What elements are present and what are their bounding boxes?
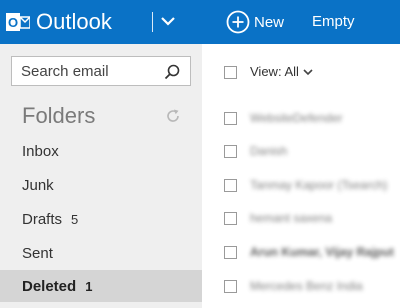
message-checkbox[interactable] [224,246,237,259]
folder-count: 1 [85,278,93,294]
folder-label: Inbox [22,142,59,160]
new-button[interactable]: New [226,8,284,36]
chevron-down-icon[interactable] [160,13,176,29]
view-filter-dropdown[interactable]: View: All [250,64,313,79]
message-checkbox[interactable] [224,212,237,225]
folder-label: Deleted [22,277,77,295]
folder-label: Junk [22,176,54,194]
folder-label: Sent [22,244,53,262]
plus-circle-icon [226,10,250,34]
view-filter-label: View: All [250,64,299,79]
search-icon[interactable] [164,64,180,80]
refresh-icon[interactable] [165,108,181,124]
search-box [11,56,191,86]
folders-heading: Folders [22,103,96,128]
folder-count: 5 [71,211,79,227]
new-button-label: New [254,13,285,31]
message-checkbox[interactable] [224,179,237,192]
top-bar: O Outlook New Empty [0,0,400,44]
folder-item-inbox[interactable]: Inbox [0,135,202,167]
header-divider [152,12,153,32]
folder-item-junk[interactable]: Junk [0,169,202,201]
message-checkbox[interactable] [224,145,237,158]
message-row[interactable]: hemant saxena [202,201,400,235]
message-row[interactable]: Mercedes Benz India [202,269,400,303]
message-sender: Danish [250,144,288,158]
folder-item-sent[interactable]: Sent [0,237,202,269]
outlook-logo-icon[interactable]: O [6,11,30,33]
folder-label: Drafts [22,210,63,228]
message-checkbox[interactable] [224,112,237,125]
message-sender: Mercedes Benz India [250,279,363,293]
message-list-pane: View: All WebsiteDefender Danish Tanmay … [202,44,400,308]
message-row[interactable]: Arun Kumar, Vijay Rajput [202,235,400,269]
message-sender: WebsiteDefender [250,111,343,125]
folder-item-deleted[interactable]: Deleted 1 [0,270,202,302]
app-title: Outlook [36,9,112,34]
folder-pane: Folders Inbox Junk Drafts 5 Sent Deleted… [0,44,202,308]
message-sender: hemant saxena [250,211,333,225]
message-sender: Tanmay Kapoor (Tsearch) [250,178,388,192]
empty-button[interactable]: Empty [312,13,355,30]
message-sender: Arun Kumar, Vijay Rajput [250,245,394,259]
message-checkbox[interactable] [224,280,237,293]
select-all-checkbox[interactable] [224,66,237,79]
svg-text:O: O [8,15,18,30]
message-row[interactable]: Danish [202,134,400,168]
chevron-down-icon [303,68,313,75]
folder-item-drafts[interactable]: Drafts 5 [0,203,202,235]
search-input[interactable] [12,57,171,85]
message-row[interactable]: WebsiteDefender [202,101,400,135]
message-row[interactable]: Tanmay Kapoor (Tsearch) [202,168,400,202]
